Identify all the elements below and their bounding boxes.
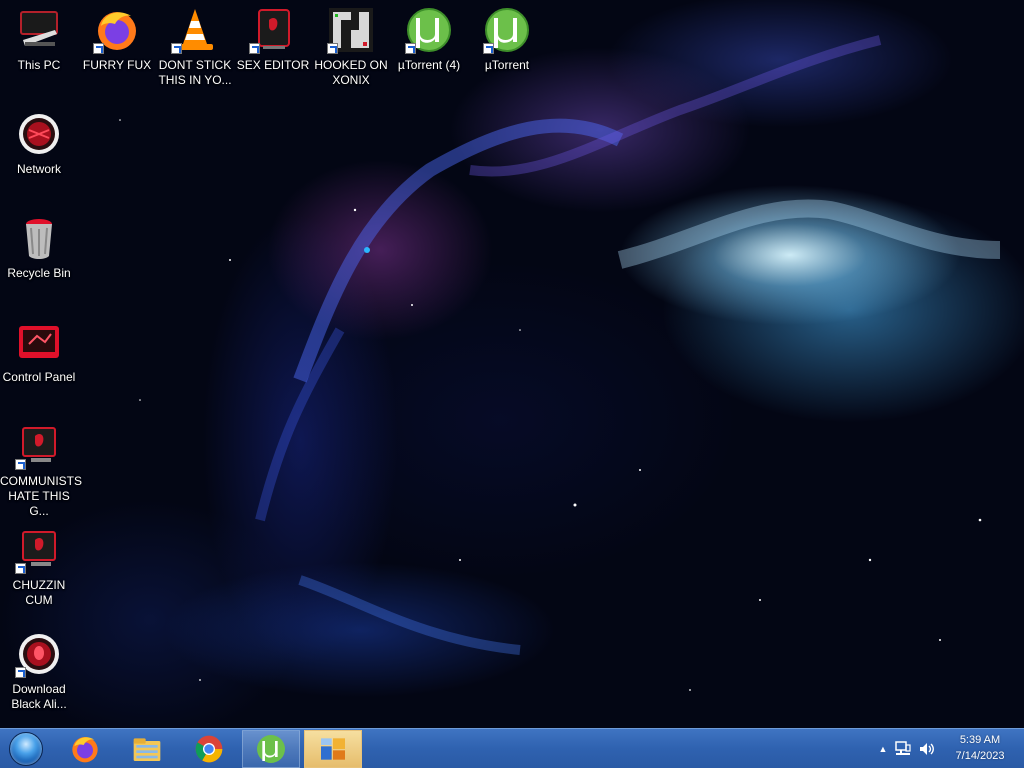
desktop-icon-label: µTorrent (484, 58, 530, 72)
vlc-cone-icon (171, 6, 219, 54)
network-status-icon[interactable] (894, 740, 912, 758)
system-tray: ▲ 5:39 AM 7/14/2023 (874, 729, 1024, 768)
chrome-icon (195, 735, 223, 763)
control-panel-window-icon (321, 738, 345, 760)
desktop-icon-chuzzin-cum[interactable]: CHUZZIN CUM (0, 526, 78, 608)
recycle-bin-icon (15, 214, 63, 262)
computer-icon (15, 6, 63, 54)
desktop-icon-label: µTorrent (4) (397, 58, 461, 72)
file-explorer-icon (133, 738, 161, 761)
nebula-layer (119, 35, 1001, 691)
shortcut-arrow-icon (327, 43, 338, 54)
desktop-icon-label: SEX EDITOR (236, 58, 310, 72)
desktop-icon-this-pc[interactable]: This PC (0, 6, 78, 73)
desktop-icon-label: Recycle Bin (7, 266, 71, 280)
desktop-icon-utorrent-4[interactable]: µTorrent (4) (390, 6, 468, 73)
taskbar: ▲ 5:39 AM 7/14/2023 (0, 728, 1024, 768)
red-monitor-icon (15, 526, 63, 574)
taskbar-firefox-button[interactable] (56, 730, 114, 768)
clock-time: 5:39 AM (959, 734, 1001, 746)
desktop-icon-communists-game[interactable]: COMMUNISTS HATE THIS G... (0, 422, 82, 519)
desktop-icon-label: This PC (17, 58, 61, 72)
desktop-icon-utorrent[interactable]: µTorrent (468, 6, 546, 73)
desktop-icon-network[interactable]: Network (0, 110, 78, 177)
xonix-game-icon (327, 6, 375, 54)
alien-orb-icon (15, 630, 63, 678)
taskbar-utorrent-button[interactable] (242, 730, 300, 768)
start-button[interactable] (6, 732, 46, 766)
network-orb-icon (15, 110, 63, 158)
desktop-icon-label: HOOKED ON XONIX (314, 58, 388, 87)
desktop-wallpaper (0, 0, 1024, 728)
firefox-icon (93, 6, 141, 54)
utorrent-icon (257, 735, 285, 763)
desktop-icon-sex-editor[interactable]: SEX EDITOR (234, 6, 312, 73)
utorrent-icon (483, 6, 531, 54)
shortcut-arrow-icon (93, 43, 104, 54)
utorrent-icon (405, 6, 453, 54)
taskbar-control-panel-button[interactable] (304, 730, 362, 768)
shortcut-arrow-icon (15, 459, 26, 470)
desktop-icon-label: COMMUNISTS HATE THIS G... (0, 474, 82, 518)
taskbar-clock[interactable]: 5:39 AM 7/14/2023 (944, 732, 1016, 764)
desktop-icon-furry-fux[interactable]: FURRY FUX (78, 6, 156, 73)
windows-orb-icon (9, 732, 43, 766)
clock-date: 7/14/2023 (955, 750, 1005, 762)
taskbar-file-explorer-button[interactable] (118, 730, 176, 768)
red-monitor-icon (15, 422, 63, 470)
desktop-icon-label: Download Black Ali... (11, 682, 67, 711)
desktop-icon-recycle-bin[interactable]: Recycle Bin (0, 214, 78, 281)
desktop-icon-vlc-video[interactable]: DONT STICK THIS IN YO... (156, 6, 234, 88)
firefox-icon (72, 737, 98, 763)
shortcut-arrow-icon (15, 563, 26, 574)
shortcut-arrow-icon (483, 43, 494, 54)
shortcut-arrow-icon (405, 43, 416, 54)
desktop-icon-hooked-on-xonix[interactable]: HOOKED ON XONIX (312, 6, 390, 88)
desktop-icon-label: Control Panel (2, 370, 76, 384)
desktop-icon-label: Network (16, 162, 61, 176)
shortcut-arrow-icon (249, 43, 260, 54)
control-panel-icon (15, 318, 63, 366)
taskbar-chrome-button[interactable] (180, 730, 238, 768)
red-tablet-icon (249, 6, 297, 54)
desktop-icon-label: CHUZZIN CUM (12, 578, 66, 607)
desktop-icon-control-panel[interactable]: Control Panel (0, 318, 78, 385)
shortcut-arrow-icon (15, 667, 26, 678)
shortcut-arrow-icon (171, 43, 182, 54)
volume-icon[interactable] (918, 740, 936, 758)
desktop-icon-label: DONT STICK THIS IN YO... (158, 58, 232, 87)
desktop-icon-label: FURRY FUX (82, 58, 152, 72)
show-hidden-icons-arrow-icon[interactable]: ▲ (874, 740, 892, 758)
desktop-icon-download-black[interactable]: Download Black Ali... (0, 630, 78, 712)
